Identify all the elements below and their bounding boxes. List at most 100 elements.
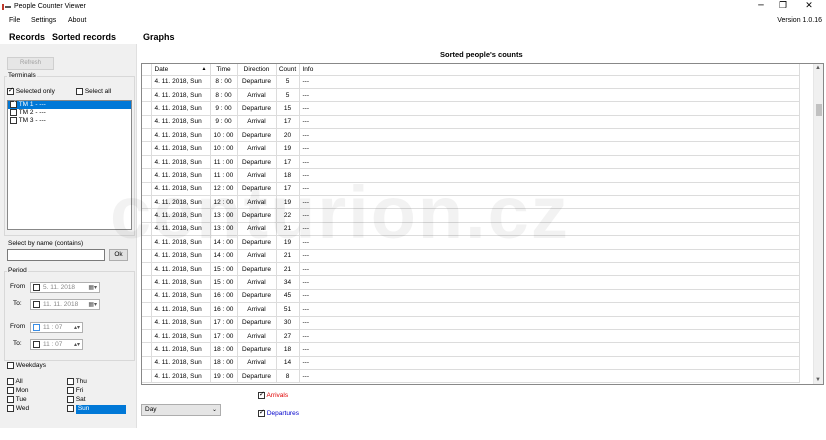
column-header-direction[interactable]: Direction bbox=[237, 64, 277, 76]
row-header[interactable] bbox=[142, 356, 152, 371]
cell-date[interactable]: 4. 11. 2018, Sun bbox=[151, 88, 211, 103]
table-row[interactable]: 4. 11. 2018, Sun 18 : 00 Departure 18 --- bbox=[142, 342, 800, 357]
column-header-count[interactable]: Count bbox=[276, 64, 300, 76]
day-checkbox-mon[interactable]: Mon bbox=[7, 387, 29, 396]
cell-date[interactable]: 4. 11. 2018, Sun bbox=[151, 329, 211, 344]
table-row[interactable]: 4. 11. 2018, Sun 18 : 00 Arrival 14 --- bbox=[142, 356, 800, 371]
cell-time[interactable]: 12 : 00 bbox=[210, 195, 238, 210]
cell-direction[interactable]: Arrival bbox=[237, 88, 277, 103]
cell-time[interactable]: 8 : 00 bbox=[210, 88, 238, 103]
close-button[interactable]: ✕ bbox=[798, 1, 820, 12]
day-checkbox-sat[interactable]: Sat bbox=[67, 396, 126, 405]
cell-direction[interactable]: Arrival bbox=[237, 275, 277, 290]
cell-direction[interactable]: Departure bbox=[237, 155, 277, 170]
table-row[interactable]: 4. 11. 2018, Sun 12 : 00 Departure 17 --- bbox=[142, 182, 800, 197]
table-row[interactable]: 4. 11. 2018, Sun 9 : 00 Departure 15 --- bbox=[142, 101, 800, 116]
cell-info[interactable]: --- bbox=[299, 155, 800, 170]
cell-info[interactable]: --- bbox=[299, 316, 800, 330]
tab-graphs[interactable]: Graphs bbox=[143, 32, 175, 42]
cell-count[interactable]: 45 bbox=[276, 289, 300, 304]
to-date-picker[interactable]: 11. 11. 2018 ▦▾ bbox=[30, 299, 100, 310]
records-grid[interactable]: Date ▲ Time Direction Count Info 4. 11. 2… bbox=[141, 63, 824, 385]
column-header-info[interactable]: Info bbox=[299, 64, 800, 76]
row-header[interactable] bbox=[142, 235, 152, 250]
cell-date[interactable]: 4. 11. 2018, Sun bbox=[151, 235, 211, 250]
cell-count[interactable]: 19 bbox=[276, 141, 300, 156]
cell-direction[interactable]: Departure bbox=[237, 289, 277, 304]
cell-direction[interactable]: Arrival bbox=[237, 195, 277, 210]
from-time-picker[interactable]: 11 : 07 ▴▾ bbox=[30, 322, 83, 333]
cell-time[interactable]: 12 : 00 bbox=[210, 182, 238, 197]
row-header[interactable] bbox=[142, 208, 152, 223]
row-header[interactable] bbox=[142, 88, 152, 103]
row-header[interactable] bbox=[142, 195, 152, 210]
select-all-checkbox[interactable]: Select all bbox=[76, 88, 111, 95]
cell-count[interactable]: 18 bbox=[276, 168, 300, 183]
terminals-list[interactable]: TM 1 - --- TM 2 - --- TM 3 - --- bbox=[7, 99, 132, 230]
cell-direction[interactable]: Departure bbox=[237, 316, 277, 330]
row-header[interactable] bbox=[142, 302, 152, 317]
cell-info[interactable]: --- bbox=[299, 75, 800, 89]
row-header[interactable] bbox=[142, 262, 152, 277]
cell-date[interactable]: 4. 11. 2018, Sun bbox=[151, 155, 211, 170]
cell-info[interactable]: --- bbox=[299, 195, 800, 210]
vertical-scrollbar[interactable]: ▲ ▼ bbox=[813, 64, 823, 384]
cell-direction[interactable]: Departure bbox=[237, 182, 277, 197]
minimize-button[interactable]: ─ bbox=[750, 1, 772, 12]
cell-date[interactable]: 4. 11. 2018, Sun bbox=[151, 75, 211, 89]
day-checkbox-fri[interactable]: Fri bbox=[67, 387, 126, 396]
table-row[interactable]: 4. 11. 2018, Sun 8 : 00 Departure 5 --- bbox=[142, 75, 800, 89]
cell-info[interactable]: --- bbox=[299, 275, 800, 290]
cell-time[interactable]: 10 : 00 bbox=[210, 128, 238, 143]
row-header[interactable] bbox=[142, 316, 152, 330]
table-row[interactable]: 4. 11. 2018, Sun 16 : 00 Departure 45 --- bbox=[142, 289, 800, 304]
table-row[interactable]: 4. 11. 2018, Sun 11 : 00 Arrival 18 --- bbox=[142, 168, 800, 183]
cell-direction[interactable]: Departure bbox=[237, 235, 277, 250]
cell-date[interactable]: 4. 11. 2018, Sun bbox=[151, 369, 211, 384]
cell-date[interactable]: 4. 11. 2018, Sun bbox=[151, 222, 211, 237]
menu-about[interactable]: About bbox=[68, 17, 86, 24]
menu-file[interactable]: File bbox=[9, 17, 20, 24]
cell-count[interactable]: 51 bbox=[276, 302, 300, 317]
cell-info[interactable]: --- bbox=[299, 289, 800, 304]
cell-time[interactable]: 17 : 00 bbox=[210, 316, 238, 330]
table-row[interactable]: 4. 11. 2018, Sun 17 : 00 Departure 30 --- bbox=[142, 316, 800, 330]
list-item[interactable]: TM 3 - --- bbox=[8, 117, 131, 125]
cell-date[interactable]: 4. 11. 2018, Sun bbox=[151, 249, 211, 263]
cell-count[interactable]: 19 bbox=[276, 235, 300, 250]
scroll-up-icon[interactable]: ▲ bbox=[815, 65, 821, 71]
row-header[interactable] bbox=[142, 275, 152, 290]
calendar-dropdown-icon[interactable]: ▦▾ bbox=[88, 301, 97, 310]
cell-count[interactable]: 34 bbox=[276, 275, 300, 290]
cell-time[interactable]: 18 : 00 bbox=[210, 356, 238, 371]
cell-info[interactable]: --- bbox=[299, 329, 800, 344]
cell-count[interactable]: 22 bbox=[276, 208, 300, 223]
cell-direction[interactable]: Arrival bbox=[237, 302, 277, 317]
cell-count[interactable]: 17 bbox=[276, 182, 300, 197]
weekdays-checkbox[interactable]: Weekdays bbox=[7, 362, 46, 369]
cell-time[interactable]: 16 : 00 bbox=[210, 289, 238, 304]
cell-count[interactable]: 15 bbox=[276, 101, 300, 116]
cell-info[interactable]: --- bbox=[299, 262, 800, 277]
cell-date[interactable]: 4. 11. 2018, Sun bbox=[151, 356, 211, 371]
cell-date[interactable]: 4. 11. 2018, Sun bbox=[151, 208, 211, 223]
table-row[interactable]: 4. 11. 2018, Sun 13 : 00 Departure 22 --- bbox=[142, 208, 800, 223]
cell-time[interactable]: 9 : 00 bbox=[210, 101, 238, 116]
cell-count[interactable]: 30 bbox=[276, 316, 300, 330]
cell-date[interactable]: 4. 11. 2018, Sun bbox=[151, 342, 211, 357]
cell-info[interactable]: --- bbox=[299, 115, 800, 130]
cell-count[interactable]: 19 bbox=[276, 195, 300, 210]
table-row[interactable]: 4. 11. 2018, Sun 12 : 00 Arrival 19 --- bbox=[142, 195, 800, 210]
cell-direction[interactable]: Departure bbox=[237, 128, 277, 143]
column-header-date[interactable]: Date ▲ bbox=[151, 64, 211, 76]
cell-info[interactable]: --- bbox=[299, 356, 800, 371]
table-row[interactable]: 4. 11. 2018, Sun 15 : 00 Arrival 34 --- bbox=[142, 275, 800, 290]
cell-info[interactable]: --- bbox=[299, 128, 800, 143]
table-row[interactable]: 4. 11. 2018, Sun 19 : 00 Departure 8 --- bbox=[142, 369, 800, 384]
cell-direction[interactable]: Departure bbox=[237, 369, 277, 384]
cell-time[interactable]: 13 : 00 bbox=[210, 222, 238, 237]
row-header[interactable] bbox=[142, 369, 152, 384]
cell-info[interactable]: --- bbox=[299, 141, 800, 156]
cell-info[interactable]: --- bbox=[299, 88, 800, 103]
granularity-select[interactable]: Day ⌄ bbox=[141, 404, 221, 416]
